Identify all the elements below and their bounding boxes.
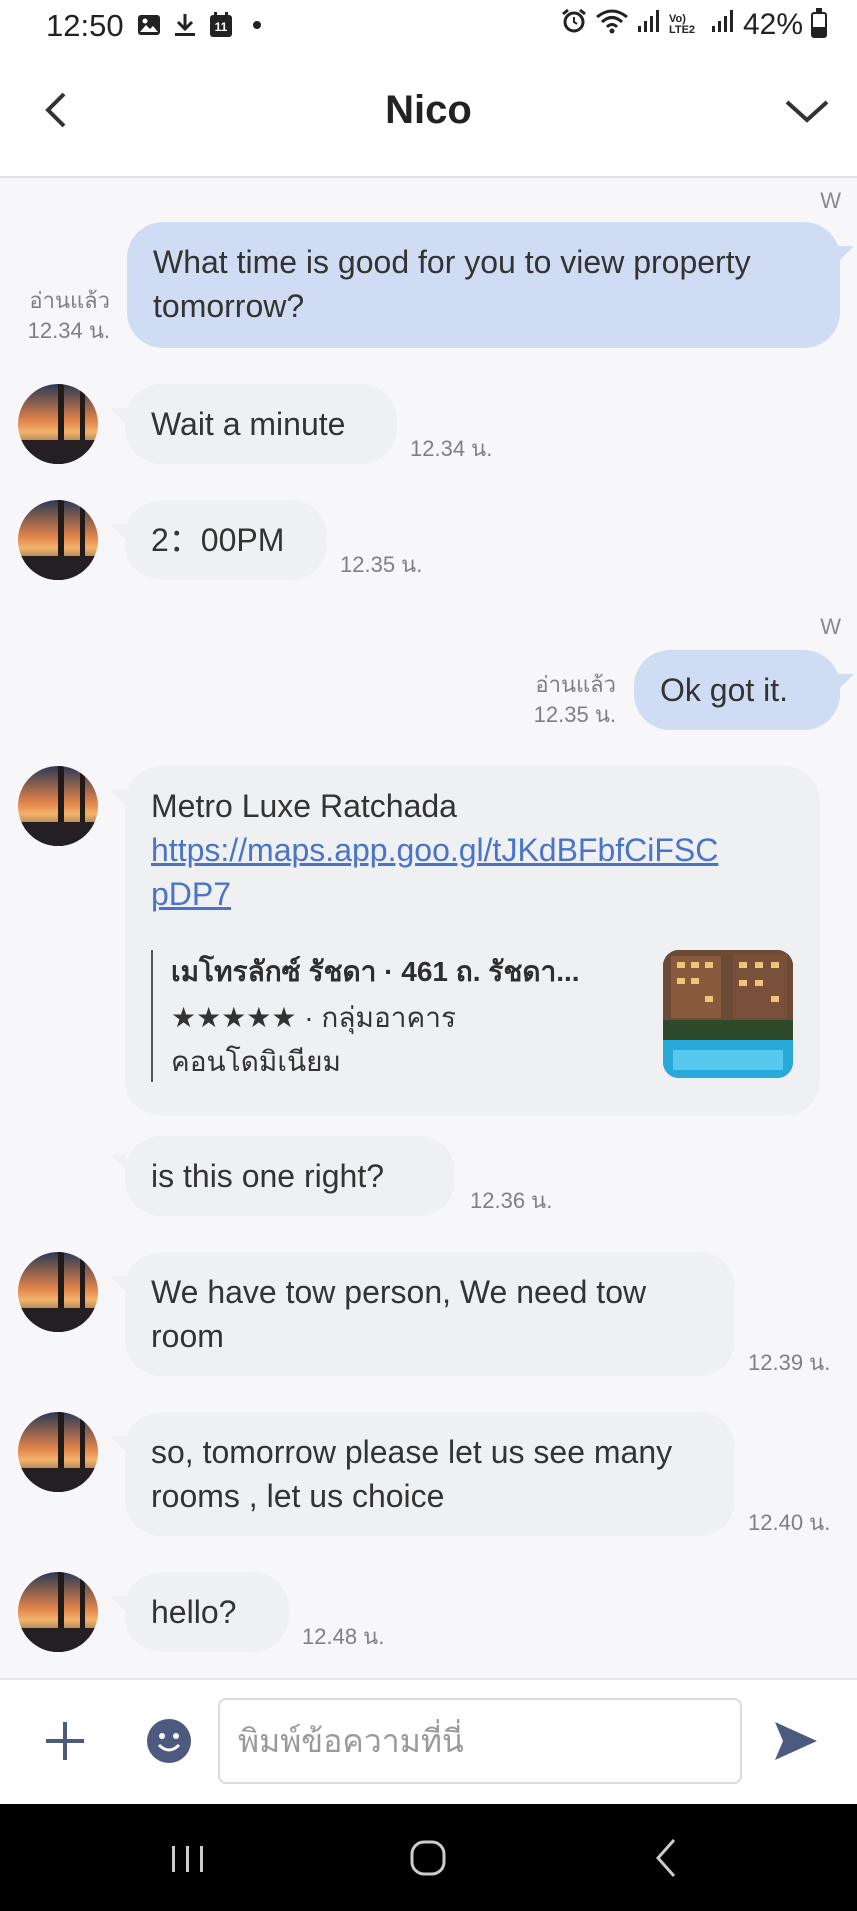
bubble-tail (110, 408, 126, 424)
message-input-bar (0, 1678, 857, 1806)
dot-icon (244, 12, 270, 38)
message-time: 12.40 น. (748, 1510, 831, 1535)
download-icon (172, 12, 198, 38)
map-link-line-2: pDP7 (151, 876, 232, 912)
message-text: is this one right? (151, 1158, 385, 1194)
property-thumbnail (663, 950, 793, 1078)
emoji-icon[interactable] (146, 1718, 192, 1764)
message-text: hello? (151, 1594, 237, 1630)
avatar[interactable] (18, 1252, 98, 1332)
sender-mark: W (820, 188, 841, 213)
message-bubble-received[interactable]: Wait a minute (125, 384, 397, 464)
status-time: 12:50 (46, 8, 124, 43)
read-label: อ่านแล้ว (29, 288, 110, 313)
message-time: 12.34 น. (410, 436, 493, 461)
calendar-day: 11 (214, 20, 228, 34)
avatar[interactable] (18, 1412, 98, 1492)
chat-area[interactable]: W อ่านแล้ว 12.34 น. What time is good fo… (0, 178, 857, 1678)
calendar-icon: 11 (208, 12, 234, 38)
avatar[interactable] (18, 1572, 98, 1652)
bubble-tail (110, 1436, 126, 1452)
message-bubble-sent[interactable]: Ok got it. (634, 650, 840, 730)
message-time: 12.36 น. (470, 1188, 553, 1213)
chat-header: Nico (0, 54, 857, 178)
bubble-tail (110, 1596, 126, 1612)
message-bubble-received[interactable]: so, tomorrow please let us see many room… (125, 1412, 735, 1536)
message-text: Wait a minute (151, 406, 346, 442)
signal-icon (711, 8, 735, 42)
message-text: so, tomorrow please let us see many room… (151, 1434, 673, 1514)
gallery-icon (136, 12, 162, 38)
chat-title: Nico (385, 88, 472, 132)
message-input[interactable] (218, 1698, 742, 1784)
message-text: 2：00PM (151, 522, 285, 558)
signal-icon (637, 8, 661, 42)
read-receipt: อ่านแล้ว 12.35 น. (500, 670, 616, 730)
card-title: เมโทรลักซ์ รัชดา · 461 ถ. รัชดา... (171, 956, 580, 987)
message-text-field[interactable] (220, 1700, 740, 1782)
message-text: We have tow person, We need tow room (151, 1274, 647, 1354)
message-bubble-received[interactable]: We have tow person, We need tow room (125, 1252, 735, 1376)
recent-apps-icon[interactable] (158, 1830, 218, 1886)
alarm-icon (561, 8, 587, 42)
chevron-down-icon[interactable] (779, 88, 835, 134)
message-bubble-link[interactable]: Metro Luxe Ratchada https://maps.app.goo… (125, 766, 820, 1116)
map-link-line-1: https://maps.app.goo.gl/tJKdBFbfCiFSC (151, 832, 719, 868)
wifi-icon (595, 8, 629, 42)
back-icon[interactable] (638, 1830, 698, 1886)
rating-stars: ★★★★★ (171, 1002, 297, 1033)
bubble-tail (838, 674, 854, 690)
message-text: What time is good for you to view proper… (153, 244, 751, 324)
home-icon[interactable] (398, 1830, 458, 1886)
message-time: 12.48 น. (302, 1624, 385, 1649)
avatar[interactable] (18, 384, 98, 464)
link-preview-card[interactable]: เมโทรลักซ์ รัชดา · 461 ถ. รัชดา... ★★★★★… (151, 950, 793, 1082)
read-receipt: อ่านแล้ว 12.34 น. (10, 286, 110, 346)
bubble-tail (110, 524, 126, 540)
status-bar: 12:50 11 Vo) LTE2 42% (0, 0, 857, 54)
message-text: Metro Luxe Ratchada (151, 788, 457, 824)
message-text: Ok got it. (660, 672, 789, 708)
system-nav-bar (0, 1804, 857, 1911)
bubble-tail (110, 1154, 126, 1170)
message-bubble-received[interactable]: is this one right? (125, 1136, 455, 1216)
send-icon[interactable] (771, 1716, 821, 1766)
card-subcategory: คอนโดมิเนียม (171, 1046, 341, 1077)
avatar[interactable] (18, 500, 98, 580)
message-time: 12.34 น. (27, 318, 110, 343)
bubble-tail (110, 790, 126, 806)
sender-mark: W (820, 614, 841, 639)
read-label: อ่านแล้ว (535, 672, 616, 697)
message-time: 12.35 น. (340, 552, 423, 577)
map-link[interactable]: https://maps.app.goo.gl/tJKdBFbfCiFSC pD… (151, 828, 794, 916)
battery-icon (811, 8, 827, 38)
message-time: 12.35 น. (533, 702, 616, 727)
message-bubble-received[interactable]: 2：00PM (125, 500, 327, 580)
card-category: · กลุ่มอาคาร (296, 1002, 456, 1033)
bubble-tail (110, 1276, 126, 1292)
bubble-tail (838, 246, 854, 262)
plus-icon[interactable] (42, 1718, 88, 1764)
avatar[interactable] (18, 766, 98, 846)
message-bubble-received[interactable]: hello? (125, 1572, 289, 1652)
message-time: 12.39 น. (748, 1350, 831, 1375)
volte-icon: Vo) LTE2 (668, 13, 696, 36)
card-divider (151, 950, 153, 1082)
message-bubble-sent[interactable]: What time is good for you to view proper… (127, 222, 840, 348)
battery-percent: 42% (742, 8, 803, 41)
